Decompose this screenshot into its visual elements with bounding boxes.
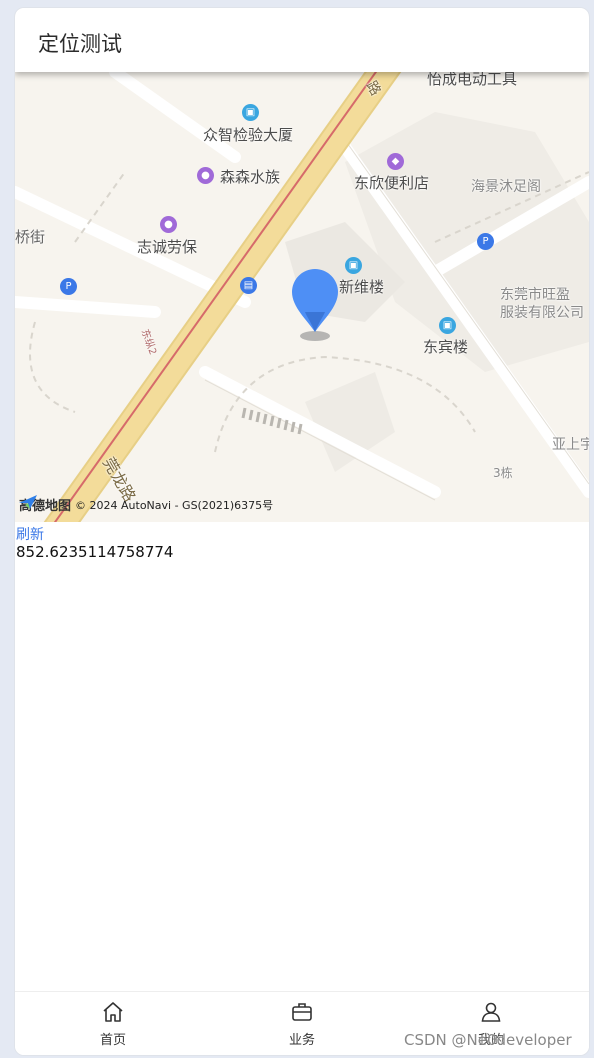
- poi-label: 东莞市旺盈: [500, 287, 570, 303]
- bus-stop-icon: ▤: [240, 277, 257, 294]
- home-icon: [103, 1002, 123, 1022]
- shop-icon: ●: [197, 167, 214, 184]
- tab-label: 首页: [99, 1033, 126, 1048]
- map-view[interactable]: 怡成电动工具 ▣ 众智检验大厦 ● 森森水族 ◆ 东欣便利店 海景沐足阁 桥街 …: [15, 72, 589, 522]
- building-icon: ▣: [345, 257, 362, 274]
- cart-icon: ◆: [387, 153, 404, 170]
- poi-label: 海景沐足阁: [471, 179, 541, 195]
- building-icon: ▣: [242, 104, 259, 121]
- poi-label: 森森水族: [220, 168, 281, 186]
- distance-value: 852.6235114758774: [16, 543, 174, 561]
- briefcase-icon: [292, 1003, 312, 1021]
- map-attribution: 高德地图 © 2024 AutoNavi - GS(2021)6375号: [19, 495, 273, 514]
- parking-icon: P: [477, 233, 494, 250]
- poi-label: 东欣便利店: [354, 174, 430, 192]
- parking-icon: P: [60, 278, 77, 295]
- poi-label: 亚上宇: [552, 437, 589, 453]
- amap-logo-icon: [19, 495, 37, 509]
- refresh-link[interactable]: 刷新: [16, 524, 44, 544]
- poi-label: 3栋: [493, 466, 513, 480]
- page-title: 定位测试: [38, 32, 122, 56]
- poi-label: 服装有限公司: [500, 305, 584, 321]
- tab-home[interactable]: 首页: [53, 992, 173, 1055]
- top-bar: 定位测试: [15, 8, 589, 72]
- road-label: 桥街: [15, 228, 46, 246]
- tab-label: 业务: [288, 1033, 315, 1048]
- poi-label: 新维楼: [339, 278, 385, 296]
- poi-label: 志诚劳保: [137, 238, 198, 256]
- poi-label: 众智检验大厦: [203, 126, 294, 144]
- map-copyright: © 2024 AutoNavi - GS(2021)6375号: [75, 498, 274, 512]
- tab-business[interactable]: 业务: [242, 992, 362, 1055]
- poi-label: 怡成电动工具: [427, 72, 518, 88]
- user-icon: [481, 1002, 501, 1022]
- poi-label: 东宾楼: [423, 338, 469, 356]
- building-icon: ▣: [439, 317, 456, 334]
- shop-icon: ●: [160, 216, 177, 233]
- watermark-text: CSDN @Ne0developer: [404, 1031, 572, 1049]
- app-card: 定位测试 怡成电动工具 ▣ 众智检验大厦 ● 森森水族 ◆ 东欣便利店 海景沐足…: [14, 7, 590, 1056]
